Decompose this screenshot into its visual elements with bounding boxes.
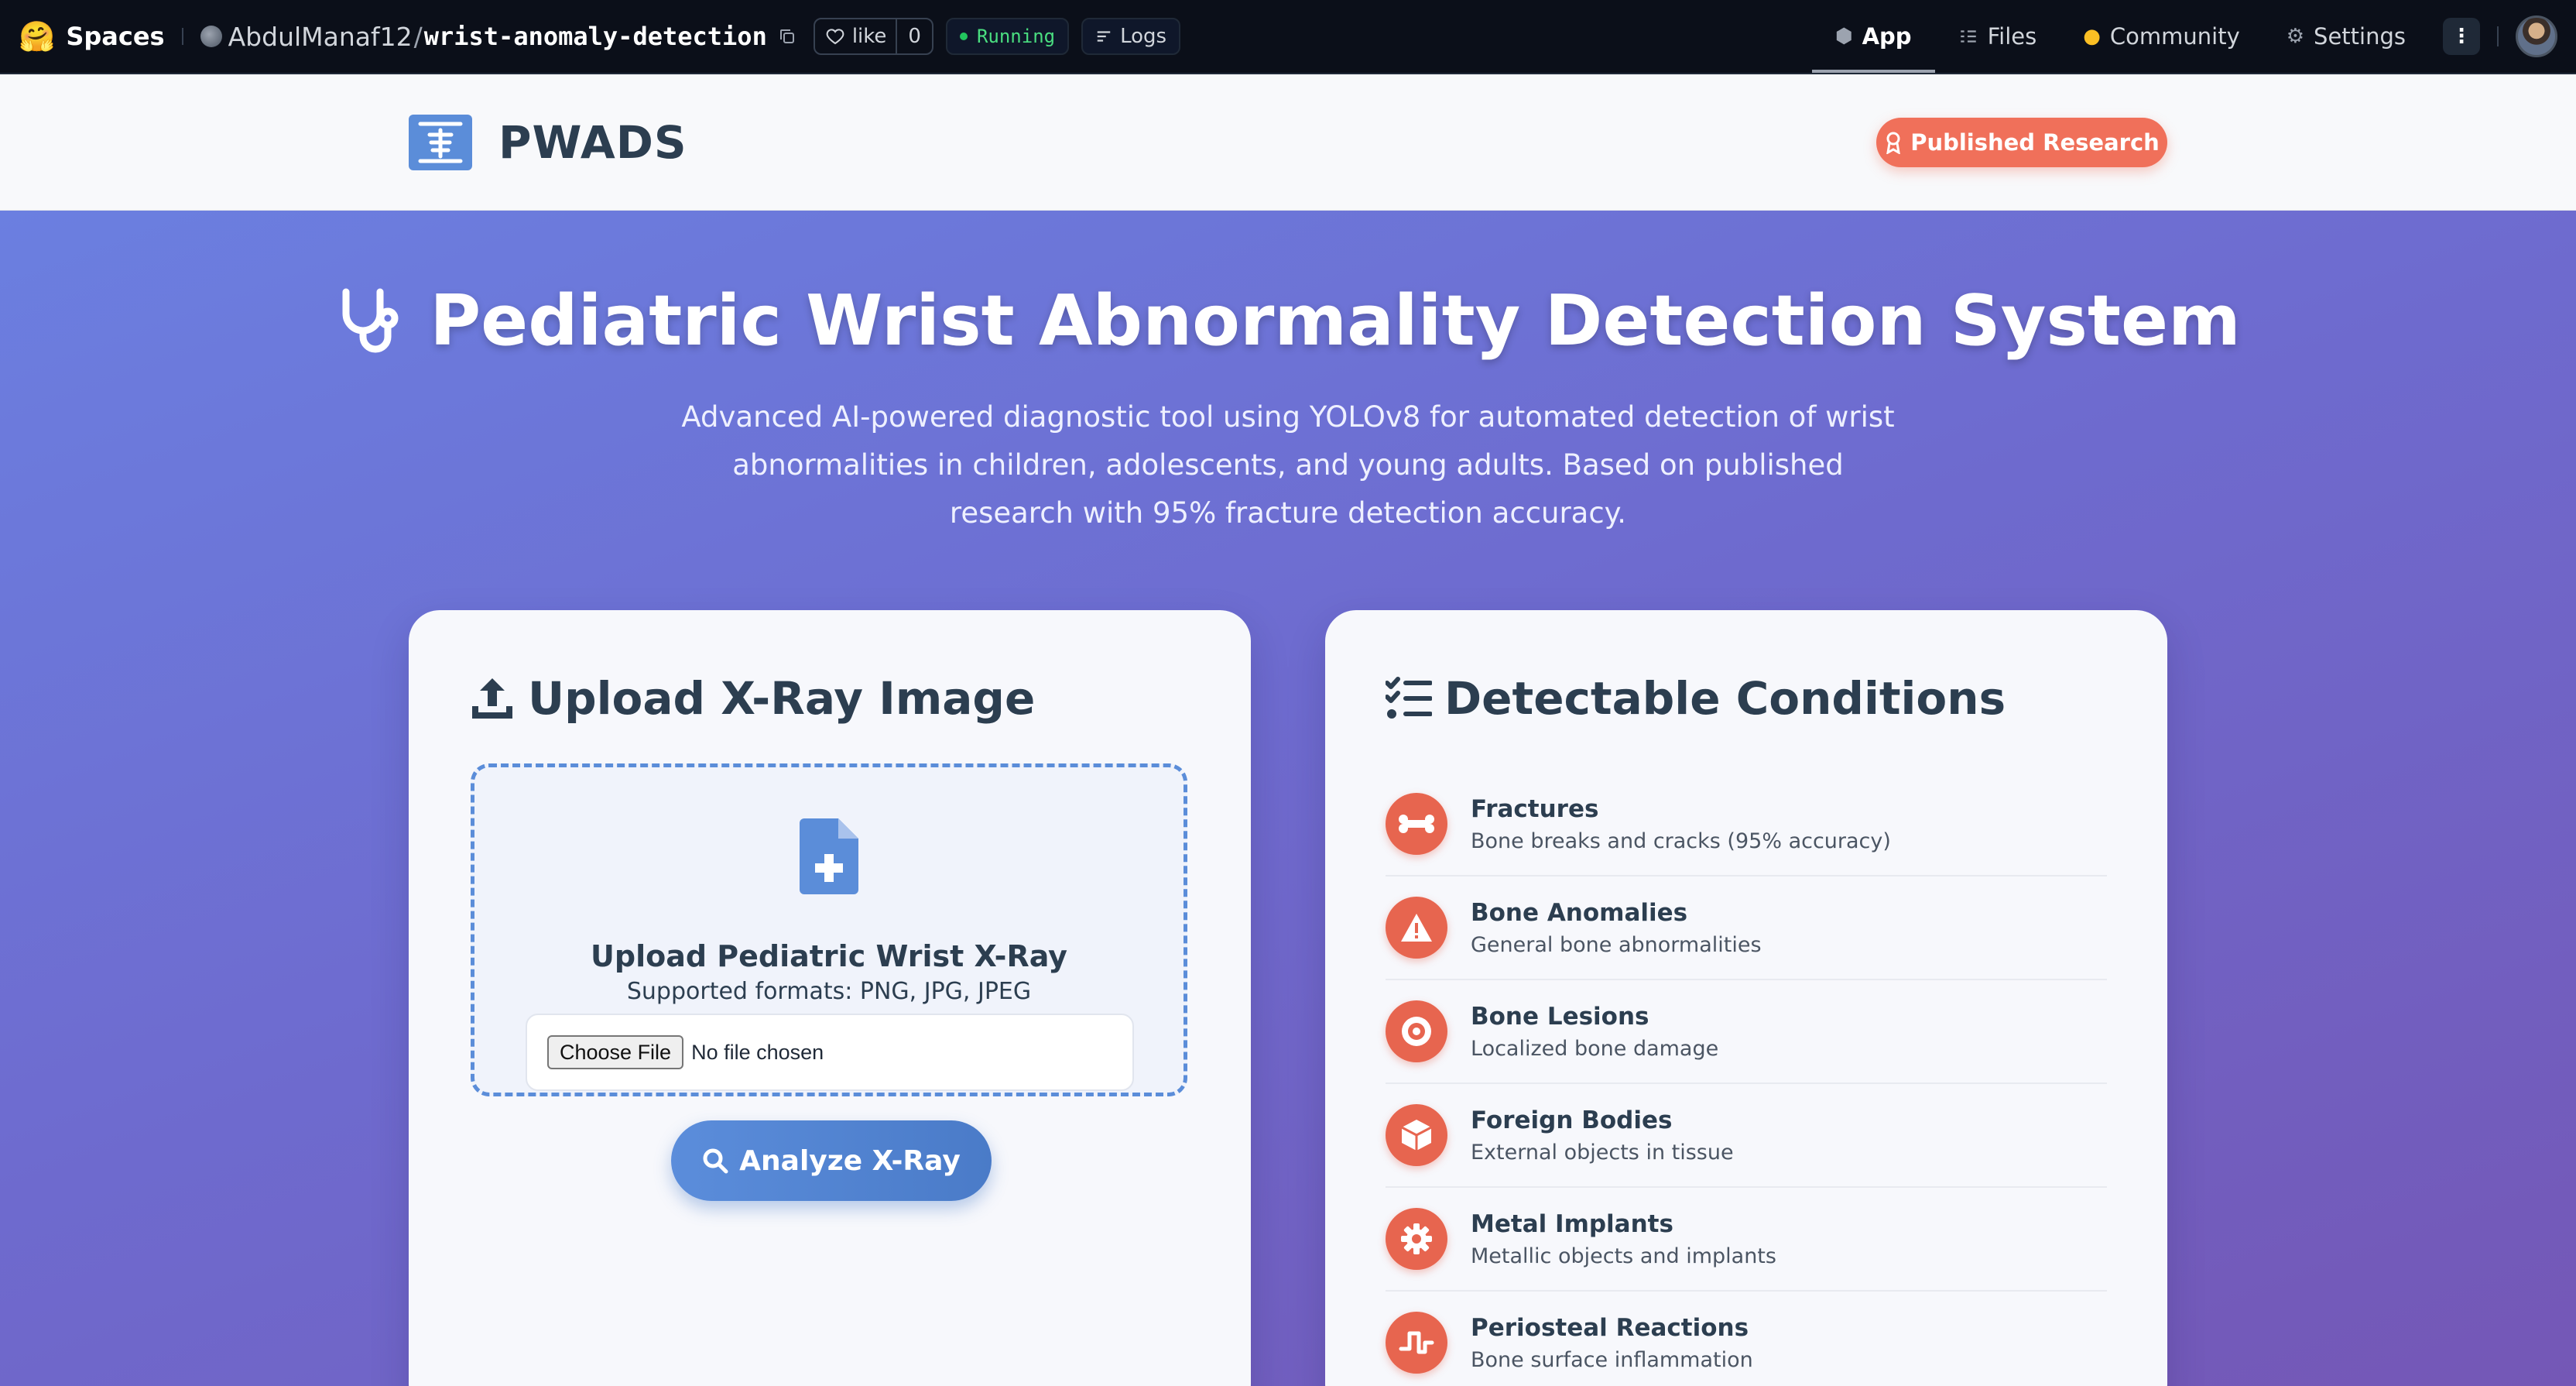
tab-settings-label: Settings	[2314, 23, 2406, 50]
condition-name: Periosteal Reactions	[1471, 1313, 1749, 1342]
cube-icon	[1386, 1104, 1447, 1166]
gear-icon: ⚙	[2286, 25, 2305, 48]
condition-description: General bone abnormalities	[1471, 932, 1762, 957]
status-dot-icon	[959, 33, 968, 40]
file-medical-icon	[800, 818, 858, 894]
divider	[2497, 26, 2499, 46]
app-header: PWADS Published Research	[0, 74, 2576, 211]
warning-icon	[1386, 897, 1447, 959]
list-item: Periosteal Reactions Bone surface inflam…	[1386, 1292, 2107, 1386]
file-status: No file chosen	[691, 1040, 824, 1064]
logs-label: Logs	[1120, 25, 1167, 48]
choose-file-button[interactable]: Choose File	[547, 1035, 684, 1069]
published-research-label: Published Research	[1910, 129, 2160, 156]
condition-name: Bone Lesions	[1471, 1002, 1649, 1031]
conditions-card-title: Detectable Conditions	[1386, 672, 2006, 725]
like-count: 0	[896, 19, 932, 53]
copy-icon[interactable]	[778, 27, 796, 46]
tab-files[interactable]: Files	[1935, 0, 2060, 73]
hero-subtitle: Advanced AI-powered diagnostic tool usin…	[681, 400, 1895, 530]
owner-avatar[interactable]	[200, 26, 222, 47]
bullseye-icon	[1386, 1000, 1447, 1062]
owner-link[interactable]: AbdulManaf12	[228, 22, 413, 52]
cog-icon	[1386, 1208, 1447, 1270]
hf-top-bar: 🤗 Spaces AbdulManaf12 / wrist-anomaly-de…	[0, 0, 2576, 74]
list-item: Bone Lesions Localized bone damage	[1386, 980, 2107, 1084]
status-badge[interactable]: Running	[945, 18, 1070, 55]
tab-app[interactable]: ⬢ App	[1811, 0, 1935, 73]
files-icon	[1960, 30, 1976, 43]
bone-icon	[1386, 793, 1447, 855]
like-label: like	[851, 25, 887, 48]
condition-description: Bone breaks and cracks (95% accuracy)	[1471, 829, 1891, 853]
stethoscope-icon	[342, 288, 399, 352]
tab-settings[interactable]: ⚙ Settings	[2263, 0, 2429, 73]
tab-community[interactable]: ● Community	[2060, 0, 2263, 73]
cube-icon: ⬢	[1834, 25, 1853, 48]
like-button[interactable]: like 0	[813, 18, 933, 55]
tab-app-label: App	[1862, 23, 1912, 50]
checklist-icon	[1386, 677, 1432, 719]
upload-card-title: Upload X-Ray Image	[469, 672, 1035, 725]
upload-dropzone[interactable]: Upload Pediatric Wrist X-Ray Supported f…	[471, 763, 1187, 1201]
condition-name: Bone Anomalies	[1471, 898, 1688, 927]
condition-name: Metal Implants	[1471, 1209, 1673, 1238]
condition-description: Localized bone damage	[1471, 1036, 1719, 1061]
vertical-dots-icon: ⋮	[2451, 25, 2472, 48]
hero-background	[0, 211, 2576, 1386]
list-item: Bone Anomalies General bone abnormalitie…	[1386, 877, 2107, 980]
analyze-xray-label: Analyze X-Ray	[739, 1144, 961, 1177]
condition-name: Fractures	[1471, 794, 1599, 823]
repo-breadcrumb: AbdulManaf12 / wrist-anomaly-detection	[228, 22, 767, 52]
brand[interactable]: PWADS	[409, 115, 687, 170]
tab-files-label: Files	[1987, 23, 2037, 50]
hugging-face-logo-icon: 🤗	[19, 19, 56, 53]
xray-icon	[409, 115, 472, 170]
list-item: Foreign Bodies External objects in tissu…	[1386, 1084, 2107, 1188]
divider	[181, 28, 183, 45]
spaces-home-link[interactable]: 🤗 Spaces	[19, 22, 165, 51]
heart-icon	[826, 29, 844, 45]
conditions-card-title-text: Detectable Conditions	[1444, 672, 2006, 725]
community-icon: ●	[2083, 25, 2101, 48]
spaces-label: Spaces	[66, 22, 165, 51]
condition-description: External objects in tissue	[1471, 1140, 1734, 1165]
repo-name-link[interactable]: wrist-anomaly-detection	[424, 22, 767, 51]
hero-title-text: Pediatric Wrist Abnormality Detection Sy…	[430, 280, 2241, 362]
upload-icon	[472, 678, 512, 719]
status-text: Running	[976, 26, 1056, 47]
published-research-button[interactable]: Published Research	[1876, 118, 2167, 167]
dropzone-title: Upload Pediatric Wrist X-Ray	[591, 939, 1067, 973]
breadcrumb-separator: /	[413, 21, 423, 52]
analyze-xray-button[interactable]: Analyze X-Ray	[671, 1120, 992, 1201]
upload-card: Upload X-Ray Image Upload Pediatric Wris…	[409, 610, 1251, 1386]
hero-title: Pediatric Wrist Abnormality Detection Sy…	[0, 280, 2576, 362]
supported-formats: Supported formats: PNG, JPG, JPEG	[626, 978, 1032, 1005]
award-icon	[1886, 132, 1901, 154]
condition-description: Metallic objects and implants	[1471, 1244, 1776, 1268]
conditions-card: Detectable Conditions Fractures Bone bre…	[1325, 610, 2167, 1386]
list-item: Fractures Bone breaks and cracks (95% ac…	[1386, 773, 2107, 877]
file-input[interactable]: Choose File No file chosen	[526, 1014, 1134, 1091]
search-icon	[703, 1148, 728, 1174]
logs-button[interactable]: Logs	[1081, 18, 1181, 55]
tab-community-label: Community	[2109, 23, 2240, 50]
condition-description: Bone surface inflammation	[1471, 1347, 1753, 1372]
list-item: Metal Implants Metallic objects and impl…	[1386, 1188, 2107, 1292]
more-options-button[interactable]: ⋮	[2443, 18, 2480, 55]
condition-name: Foreign Bodies	[1471, 1106, 1673, 1134]
wave-icon	[1386, 1312, 1447, 1374]
brand-name: PWADS	[498, 116, 687, 169]
upload-card-title-text: Upload X-Ray Image	[528, 672, 1036, 725]
user-avatar[interactable]	[2516, 15, 2557, 57]
conditions-list: Fractures Bone breaks and cracks (95% ac…	[1386, 773, 2107, 1386]
logs-icon	[1097, 31, 1111, 42]
